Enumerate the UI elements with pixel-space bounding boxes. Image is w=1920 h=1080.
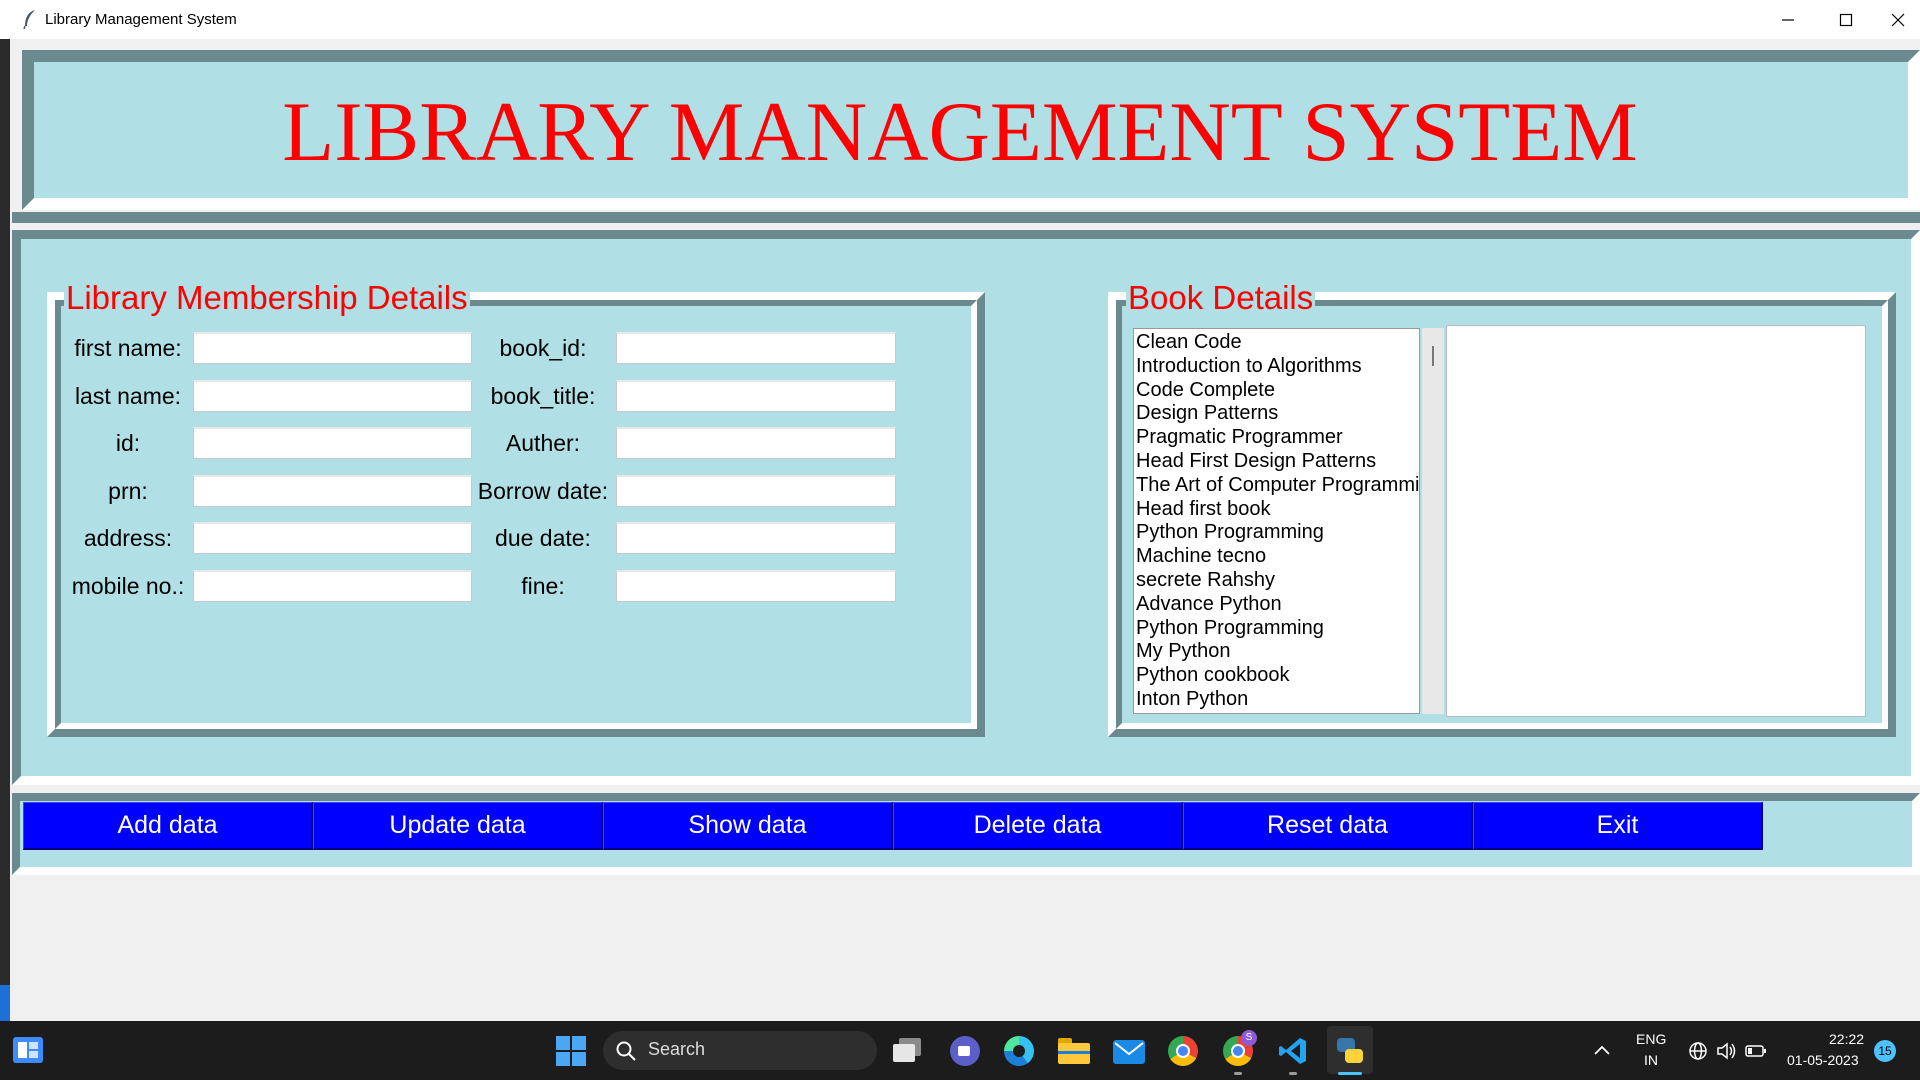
book-list-item[interactable]: Python Programming — [1136, 521, 1419, 545]
book-field-input[interactable] — [616, 427, 896, 459]
book-field-label: Borrow date: — [477, 478, 609, 504]
book-details-text[interactable] — [1446, 325, 1866, 717]
book-field-label: book_id: — [499, 335, 587, 361]
show-data-button[interactable]: Show data — [603, 802, 893, 850]
region-indicator[interactable]: IN — [1644, 1052, 1658, 1068]
book-list-item[interactable]: Design Patterns — [1136, 402, 1419, 426]
window-title: Library Management System — [45, 11, 237, 28]
chrome-profile-badge: S — [1241, 1030, 1257, 1046]
exit-button[interactable]: Exit — [1473, 802, 1763, 850]
taskbar-search[interactable] — [603, 1031, 877, 1070]
book-list-item[interactable]: Head first book — [1136, 498, 1419, 522]
volume-icon[interactable] — [1715, 1040, 1737, 1062]
book-field-label: book_title: — [490, 383, 596, 409]
edge-icon[interactable] — [1004, 1036, 1034, 1066]
book-list-item[interactable]: Head First Design Patterns — [1136, 450, 1419, 474]
minimize-icon — [1782, 18, 1794, 21]
member-field-label: id: — [115, 430, 141, 456]
book-list-item[interactable]: Python cookbook — [1136, 664, 1419, 688]
search-icon — [616, 1041, 636, 1061]
battery-icon[interactable] — [1745, 1042, 1767, 1060]
clock-time[interactable]: 22:22 — [1829, 1031, 1864, 1047]
member-field-label: address: — [83, 525, 173, 551]
widgets-icon[interactable] — [13, 1037, 43, 1063]
delete-data-button[interactable]: Delete data — [893, 802, 1183, 850]
maximize-button[interactable] — [1818, 0, 1874, 39]
book-list-item[interactable]: secrete Rahshy — [1136, 569, 1419, 593]
book-field-label: due date: — [495, 525, 591, 551]
book-list-item[interactable]: Python Programming — [1136, 617, 1419, 641]
member-field-input[interactable] — [193, 427, 472, 459]
member-field-input[interactable] — [193, 332, 472, 364]
search-label: Search — [648, 1039, 706, 1059]
python-icon — [1335, 1036, 1365, 1066]
left-window-edge — [0, 39, 10, 1021]
book-list-item[interactable]: Pragmatic Programmer — [1136, 426, 1419, 450]
book-field-input[interactable] — [616, 570, 896, 602]
book-field-input[interactable] — [616, 522, 896, 554]
membership-legend: Library Membership Details — [64, 279, 470, 316]
close-icon — [1891, 13, 1905, 26]
network-icon[interactable] — [1687, 1040, 1709, 1062]
running-indicator — [1289, 1072, 1297, 1075]
file-explorer-icon[interactable] — [1058, 1038, 1090, 1064]
book-field-input[interactable] — [616, 475, 896, 507]
book-field-input[interactable] — [616, 380, 896, 412]
window-title-bar[interactable] — [0, 0, 1920, 39]
book-list-item[interactable]: Introduction to Algorithms — [1136, 355, 1419, 379]
book-listbox[interactable]: Clean Code Introduction to Algorithms Code… — [1133, 328, 1420, 714]
update-data-button[interactable]: Update data — [313, 802, 603, 850]
member-field-label: mobile no.: — [71, 573, 185, 599]
reset-data-button[interactable]: Reset data — [1183, 802, 1473, 850]
active-app-indicator — [1338, 1072, 1362, 1075]
close-button[interactable] — [1876, 0, 1920, 39]
book-list-scrollbar[interactable] — [1422, 328, 1444, 714]
chevron-up-icon[interactable] — [1593, 1043, 1611, 1057]
scrollbar-thumb[interactable] — [1432, 346, 1434, 366]
chrome-icon[interactable] — [1168, 1036, 1198, 1066]
maximize-icon — [1839, 13, 1853, 26]
title-frame-shadow — [12, 212, 1920, 223]
book-list-item[interactable]: Code Complete — [1136, 379, 1419, 403]
add-data-button[interactable]: Add data — [23, 802, 313, 850]
feather-app-icon — [23, 10, 35, 29]
language-indicator[interactable]: ENG — [1636, 1031, 1666, 1047]
page-title: LIBRARY MANAGEMENT SYSTEM — [282, 85, 1638, 179]
minimize-button[interactable] — [1760, 0, 1816, 39]
book-list-item[interactable]: My Python — [1136, 640, 1419, 664]
book-list-item[interactable]: The Art of Computer Programmir — [1136, 474, 1419, 498]
member-field-label: last name: — [74, 383, 182, 409]
start-icon[interactable] — [556, 1036, 586, 1066]
chrome-profile-icon[interactable]: S — [1223, 1030, 1257, 1066]
book-list-item[interactable]: Clean Code — [1136, 331, 1419, 355]
book-field-input[interactable] — [616, 332, 896, 364]
vscode-icon[interactable] — [1278, 1036, 1308, 1066]
member-field-label: prn: — [108, 478, 148, 504]
book-list-item[interactable]: Machine tecno — [1136, 545, 1419, 569]
member-field-input[interactable] — [193, 570, 472, 602]
notification-badge[interactable]: 15 — [1874, 1040, 1896, 1062]
left-window-edge-accent — [0, 985, 10, 1021]
book-field-label: fine: — [521, 573, 565, 599]
book-list-item[interactable]: Inton Python — [1136, 688, 1419, 712]
book-field-label: Auther: — [505, 430, 581, 456]
mail-icon[interactable] — [1113, 1040, 1145, 1064]
member-field-label: first name: — [74, 335, 182, 361]
member-field-input[interactable] — [193, 522, 472, 554]
teams-icon[interactable] — [950, 1036, 980, 1066]
member-field-input[interactable] — [193, 380, 472, 412]
member-field-input[interactable] — [193, 475, 472, 507]
book-list-item[interactable]: Advance Python — [1136, 593, 1419, 617]
clock-date[interactable]: 01-05-2023 — [1787, 1052, 1859, 1068]
task-view-icon[interactable] — [893, 1036, 925, 1066]
running-indicator — [1234, 1072, 1242, 1075]
book-details-legend: Book Details — [1126, 279, 1316, 316]
